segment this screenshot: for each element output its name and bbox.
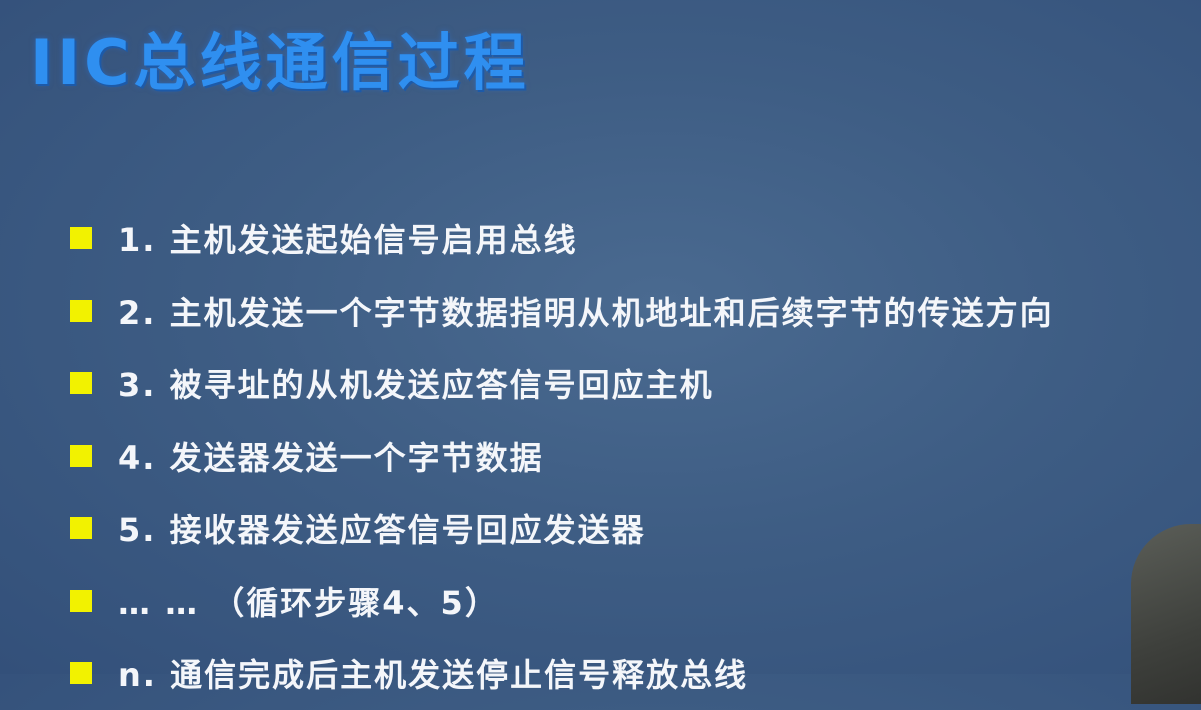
presenter-shoulder bbox=[1131, 524, 1201, 704]
list-item-text: … … （循环步骤4、5） bbox=[118, 583, 499, 622]
square-bullet-icon bbox=[70, 662, 92, 685]
list-item: 5. 接收器发送应答信号回应发送器 bbox=[70, 492, 1054, 565]
square-bullet-icon bbox=[70, 372, 92, 395]
square-bullet-icon bbox=[70, 444, 92, 467]
bullet-list: 1. 主机发送起始信号启用总线 2. 主机发送一个字节数据指明从机地址和后续字节… bbox=[70, 202, 1054, 710]
list-item-text: 4. 发送器发送一个字节数据 bbox=[118, 438, 544, 477]
square-bullet-icon bbox=[70, 299, 92, 322]
list-item: 3. 被寻址的从机发送应答信号回应主机 bbox=[70, 347, 1054, 420]
list-item-text: n. 通信完成后主机发送停止信号释放总线 bbox=[118, 656, 749, 695]
list-item: … … （循环步骤4、5） bbox=[70, 565, 1054, 638]
slide-title: IIC总线通信过程 bbox=[30, 26, 530, 99]
square-bullet-icon bbox=[70, 517, 92, 540]
list-item-text: 2. 主机发送一个字节数据指明从机地址和后续字节的传送方向 bbox=[118, 293, 1054, 332]
list-item: 4. 发送器发送一个字节数据 bbox=[70, 420, 1054, 493]
list-item: n. 通信完成后主机发送停止信号释放总线 bbox=[70, 637, 1054, 710]
list-item: 2. 主机发送一个字节数据指明从机地址和后续字节的传送方向 bbox=[70, 275, 1054, 348]
list-item: 1. 主机发送起始信号启用总线 bbox=[70, 202, 1054, 275]
list-item-text: 5. 接收器发送应答信号回应发送器 bbox=[118, 511, 646, 550]
square-bullet-icon bbox=[70, 589, 92, 612]
square-bullet-icon bbox=[70, 227, 92, 250]
list-item-text: 1. 主机发送起始信号启用总线 bbox=[118, 221, 578, 260]
list-item-text: 3. 被寻址的从机发送应答信号回应主机 bbox=[118, 366, 714, 405]
